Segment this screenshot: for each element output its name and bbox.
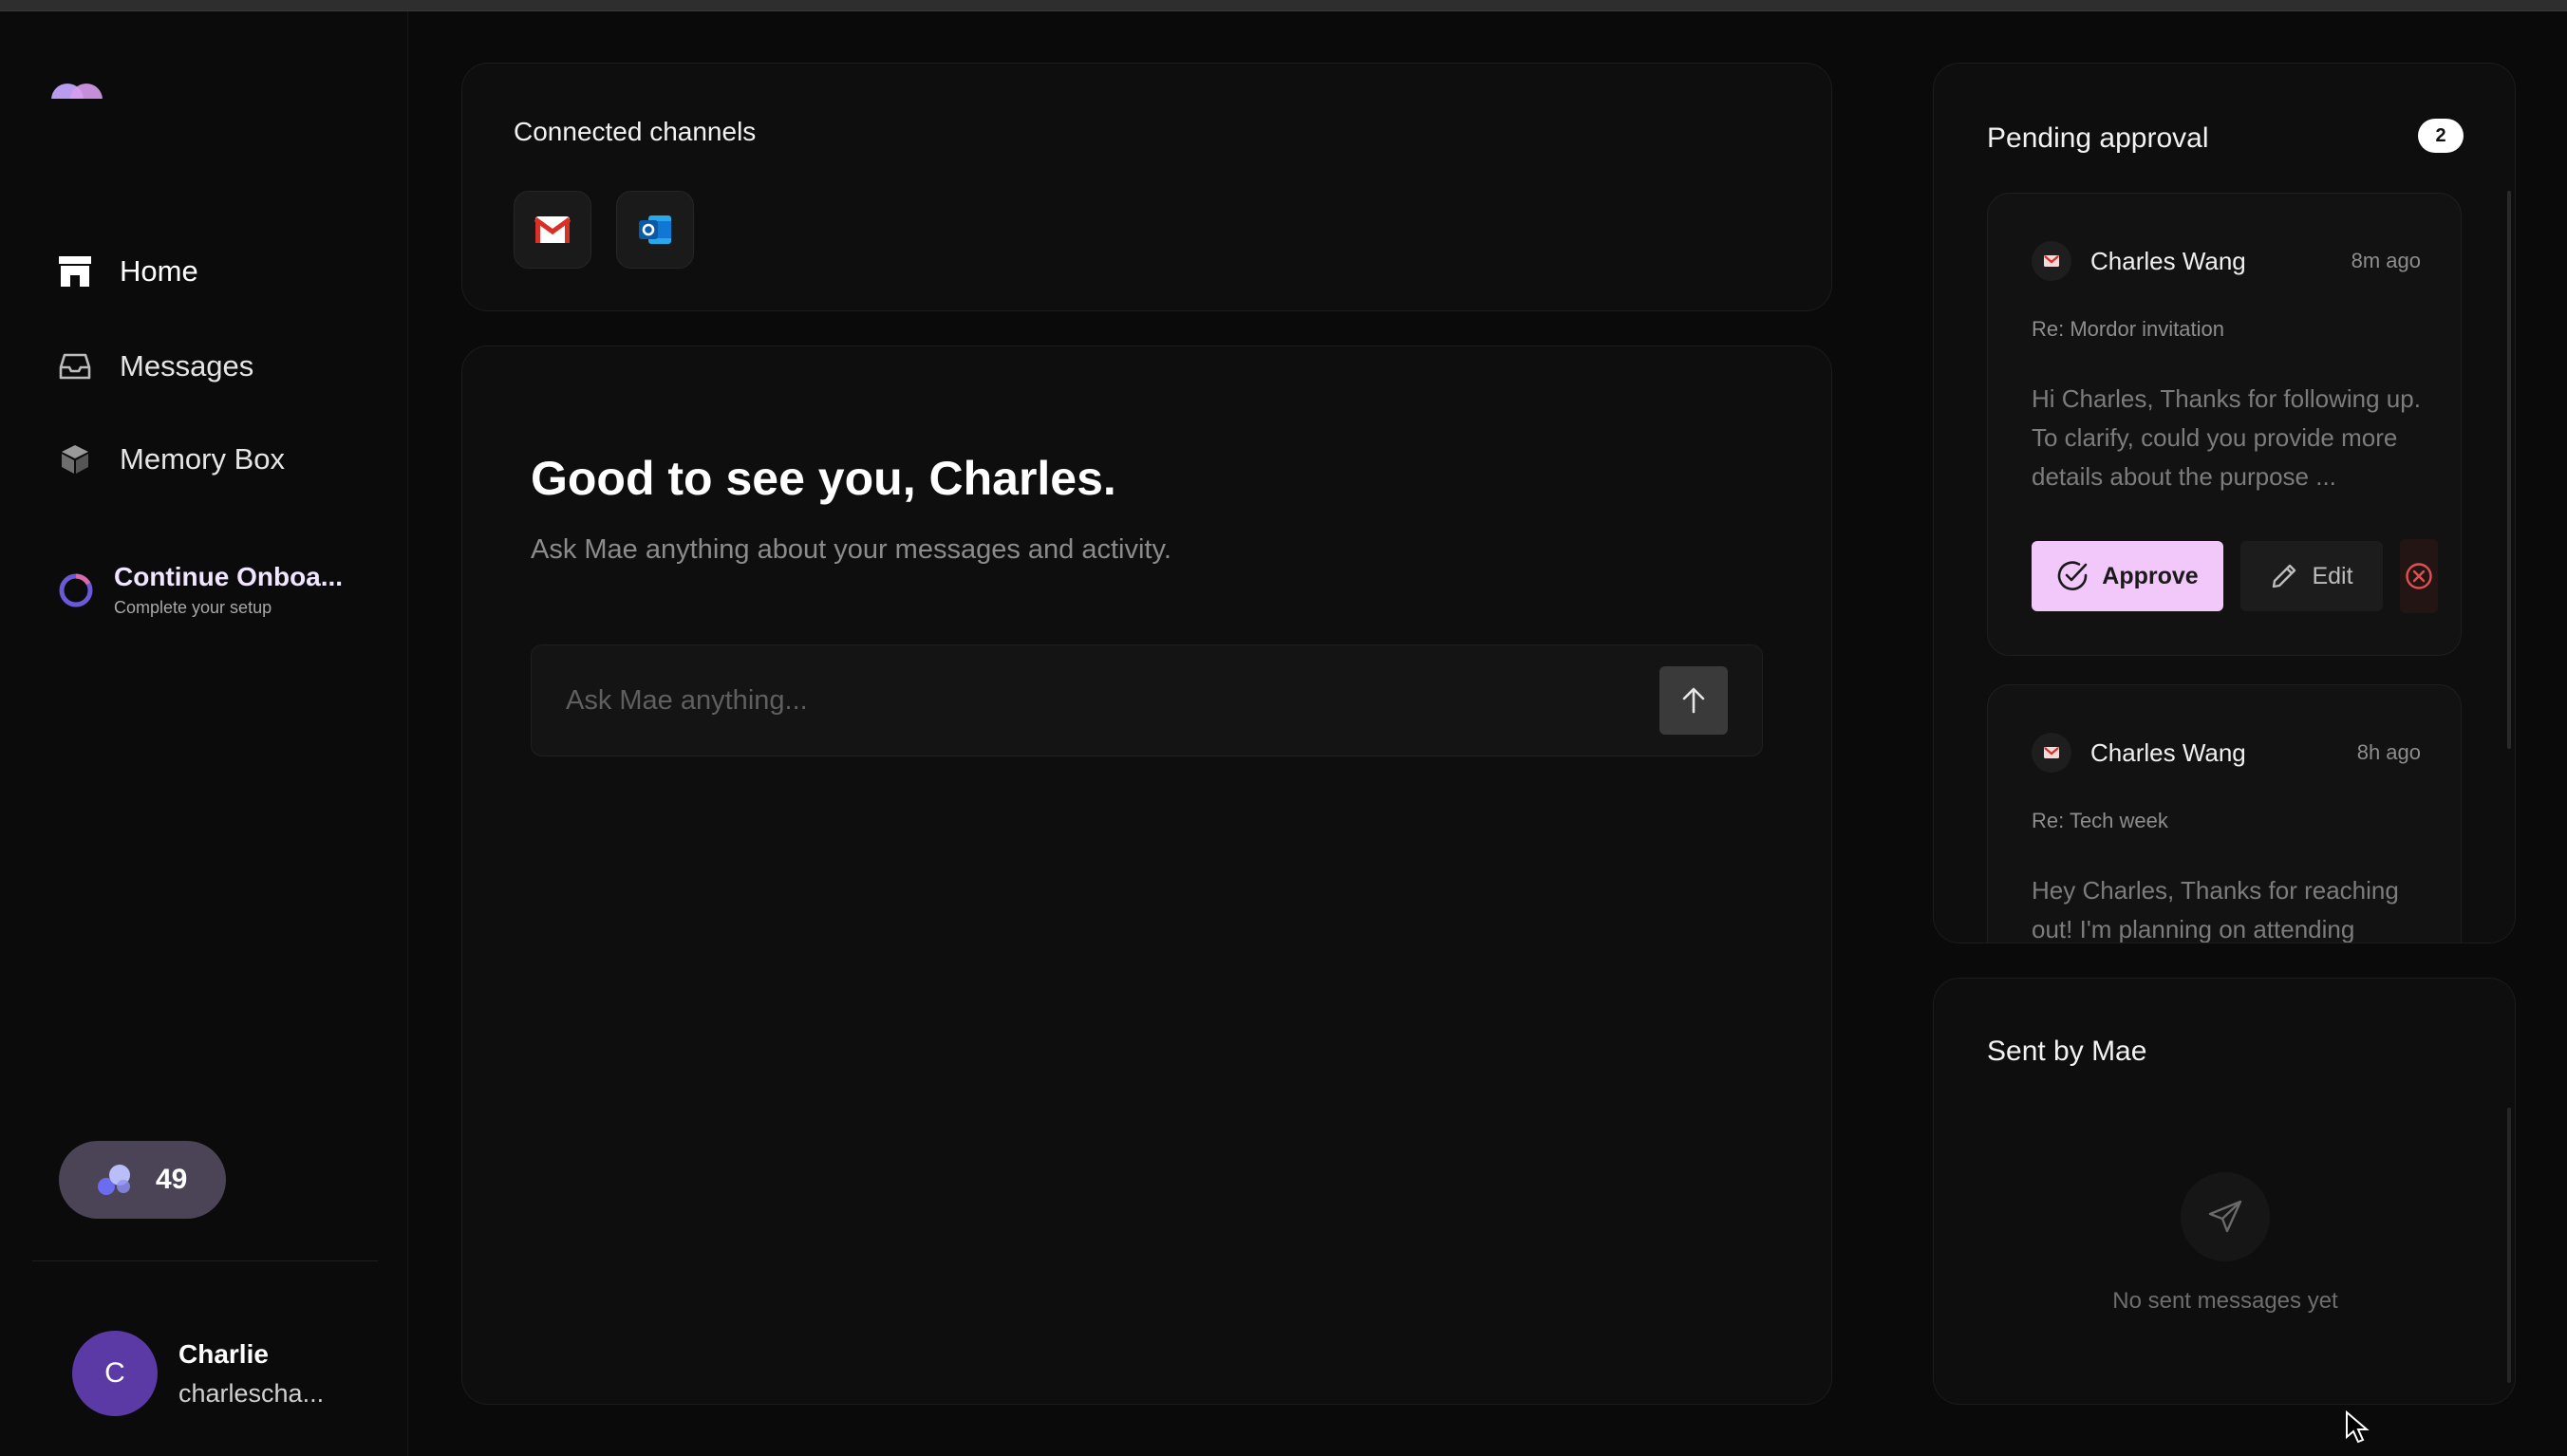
chat-panel: Good to see you, Charles. Ask Mae anythi… [461,345,1832,1405]
mail-icon [2032,733,2071,773]
mouse-cursor-icon [2346,1410,2370,1444]
credits-badge[interactable]: 49 [59,1141,226,1219]
gmail-icon [534,216,571,243]
sent-empty-text: No sent messages yet [2112,1288,2338,1314]
user-profile[interactable]: C Charlie charlescha... [72,1331,324,1416]
message-time: 8m ago [2351,249,2421,272]
mail-icon [2032,241,2071,281]
message-subject: Re: Tech week [2032,809,2168,832]
inbox-icon [57,348,93,384]
paper-plane-icon [2181,1172,2270,1261]
pending-title: Pending approval [1987,122,2209,154]
home-icon [57,253,93,289]
sidebar-item-memory-box[interactable]: Memory Box [57,431,285,488]
pencil-icon [2273,564,2296,588]
outlook-icon [639,215,671,244]
sidebar-item-label: Home [120,254,198,288]
user-name: Charlie [178,1338,269,1369]
channels-title: Connected channels [514,117,757,146]
edit-label: Edit [2312,562,2353,589]
sent-scrollbar[interactable] [2507,1108,2511,1383]
onboarding-subtitle: Complete your setup [114,598,272,617]
close-circle-icon [2406,563,2432,589]
pending-scrollbar[interactable] [2507,191,2511,749]
message-preview: Hi Charles, Thanks for following up. To … [2032,384,2421,491]
approve-label: Approve [2102,562,2199,589]
continue-onboarding-button[interactable]: Continue Onboa... Complete your setup [57,562,343,618]
sidebar-item-messages[interactable]: Messages [57,338,253,395]
progress-ring-icon [59,573,93,607]
greeting-subtitle: Ask Mae anything about your messages and… [531,534,1171,565]
credits-count: 49 [156,1164,188,1195]
message-time: 8h ago [2356,740,2421,764]
sent-by-mae-card: Sent by Mae No sent messages yet [1933,978,2516,1405]
window-top-bar [0,0,2567,11]
message-subject: Re: Mordor invitation [2032,317,2224,341]
pending-approval-card: Pending approval 2 Charles Wang 8m ago R… [1933,63,2516,943]
sidebar-item-label: Messages [120,349,254,383]
message-preview: Hey Charles, Thanks for reaching out! I'… [2032,876,2399,943]
greeting-heading: Good to see you, Charles. [531,452,1116,505]
message-sender: Charles Wang [2090,246,2246,275]
edit-button[interactable]: Edit [2240,541,2383,611]
sidebar-item-label: Memory Box [120,442,285,476]
pending-message-item[interactable]: Charles Wang 8h ago Re: Tech week Hey Ch… [1987,684,2462,943]
app-logo[interactable] [51,84,104,110]
gmail-channel-button[interactable] [514,191,591,269]
sidebar-item-home[interactable]: Home [57,243,198,300]
pending-count-badge: 2 [2418,119,2464,153]
credits-icon [95,1162,135,1198]
sent-title: Sent by Mae [1987,1036,2147,1067]
arrow-up-icon [1682,687,1705,714]
message-sender: Charles Wang [2090,737,2246,767]
cube-icon [57,441,93,477]
onboarding-title: Continue Onboa... [114,562,344,591]
connected-channels-card: Connected channels [461,63,1832,311]
sidebar: Home Messages Memory Box Continue Onboa.… [0,11,408,1456]
reject-button[interactable] [2400,539,2438,613]
approve-button[interactable]: Approve [2032,541,2223,611]
outlook-channel-button[interactable] [616,191,694,269]
ask-input[interactable] [566,645,1610,756]
sidebar-divider [32,1260,378,1261]
check-circle-icon [2058,561,2088,590]
send-button[interactable] [1659,666,1728,735]
pending-message-item[interactable]: Charles Wang 8m ago Re: Mordor invitatio… [1987,193,2462,656]
avatar: C [72,1331,158,1416]
ask-box [531,644,1763,756]
user-email: charlescha... [178,1378,325,1408]
